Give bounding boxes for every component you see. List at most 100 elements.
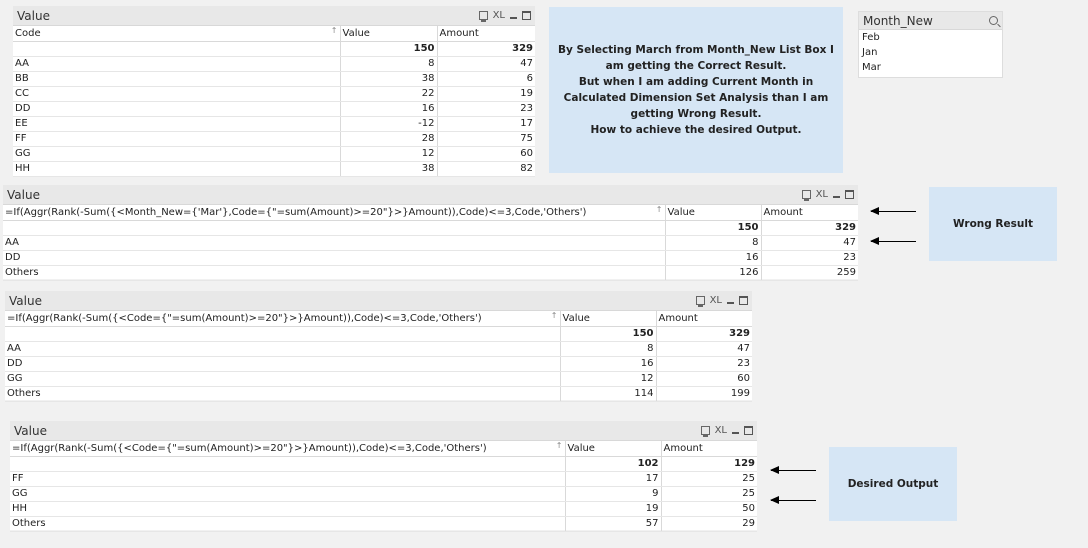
table4-title: Value	[14, 423, 47, 438]
table-row[interactable]: HH 38 82	[13, 161, 535, 177]
cell-value: 38	[340, 71, 438, 87]
table-row[interactable]: EE -12 17	[13, 116, 535, 132]
table-row[interactable]: AA 8 47	[5, 341, 752, 357]
cell-code[interactable]: FF	[13, 131, 341, 147]
table-row[interactable]: FF 28 75	[13, 131, 535, 147]
totals-row: 150 329	[13, 41, 535, 57]
table-row[interactable]: AA 8 47	[3, 235, 858, 251]
totals-label	[10, 456, 566, 472]
table-row[interactable]: Others 57 29	[10, 516, 757, 532]
cell-amount: 17	[437, 116, 535, 132]
cell-code[interactable]: HH	[10, 501, 566, 517]
print-icon[interactable]	[700, 426, 710, 437]
arrow-icon	[870, 207, 916, 215]
cell-amount: 199	[656, 386, 752, 402]
column-header-value[interactable]: Value	[565, 441, 662, 457]
maximize-icon[interactable]	[744, 426, 753, 435]
cell-code[interactable]: BB	[13, 71, 341, 87]
column-header-dimension[interactable]: =If(Aggr(Rank(-Sum({<Code={"=sum(Amount)…	[5, 311, 561, 327]
cell-code[interactable]: Others	[5, 386, 561, 402]
total-amount: 329	[761, 220, 858, 236]
arrow-icon	[770, 466, 816, 474]
column-header-value[interactable]: Value	[560, 311, 657, 327]
cell-value: 17	[565, 471, 662, 487]
table2-caption[interactable]: Value XL	[3, 185, 858, 205]
minimize-icon[interactable]	[732, 432, 739, 434]
table4-caption[interactable]: Value XL	[10, 421, 757, 441]
cell-code[interactable]: Others	[3, 265, 666, 281]
table-row[interactable]: Others 126 259	[3, 265, 858, 281]
column-header-code[interactable]: Code	[13, 26, 341, 42]
cell-code[interactable]: AA	[13, 56, 341, 72]
note-line: am getting the Correct Result.	[605, 60, 787, 72]
column-header-amount[interactable]: Amount	[437, 26, 535, 42]
excel-export-icon[interactable]: XL	[715, 425, 727, 436]
search-icon[interactable]	[989, 16, 998, 25]
cell-value: 126	[665, 265, 762, 281]
cell-code[interactable]: CC	[13, 86, 341, 102]
minimize-icon[interactable]	[727, 302, 734, 304]
table4-box: Value XL =If(Aggr(Rank(-Sum({<Code={"=su…	[10, 421, 757, 532]
cell-code[interactable]: GG	[13, 146, 341, 162]
cell-code[interactable]: Others	[10, 516, 566, 532]
table-row[interactable]: Others 114 199	[5, 386, 752, 402]
table3-caption[interactable]: Value XL	[5, 291, 752, 311]
table-row[interactable]: GG 9 25	[10, 486, 757, 502]
cell-value: 12	[560, 371, 657, 387]
table-row[interactable]: AA 8 47	[13, 56, 535, 72]
minimize-icon[interactable]	[510, 17, 517, 19]
column-header-dimension[interactable]: =If(Aggr(Rank(-Sum({<Code={"=sum(Amount)…	[10, 441, 566, 457]
maximize-icon[interactable]	[845, 190, 854, 199]
column-header-amount[interactable]: Amount	[761, 205, 858, 221]
cell-amount: 60	[656, 371, 752, 387]
total-value: 150	[665, 220, 762, 236]
table-row[interactable]: DD 16 23	[13, 101, 535, 117]
print-icon[interactable]	[478, 11, 488, 22]
wrong-result-note: Wrong Result	[929, 187, 1057, 261]
cell-code[interactable]: GG	[5, 371, 561, 387]
table-row[interactable]: GG 12 60	[13, 146, 535, 162]
listbox-item-feb[interactable]: Feb	[859, 30, 1002, 45]
cell-code[interactable]: DD	[5, 356, 561, 372]
excel-export-icon[interactable]: XL	[493, 10, 505, 21]
note-line: By Selecting March from Month_New List B…	[558, 44, 834, 56]
cell-value: 22	[340, 86, 438, 102]
maximize-icon[interactable]	[739, 296, 748, 305]
cell-amount: 47	[656, 341, 752, 357]
column-header-value[interactable]: Value	[665, 205, 762, 221]
excel-export-icon[interactable]: XL	[816, 189, 828, 200]
excel-export-icon[interactable]: XL	[710, 295, 722, 306]
cell-code[interactable]: FF	[10, 471, 566, 487]
table-row[interactable]: CC 22 19	[13, 86, 535, 102]
table-row[interactable]: FF 17 25	[10, 471, 757, 487]
table-row[interactable]: BB 38 6	[13, 71, 535, 87]
listbox-item-mar[interactable]: Mar	[859, 60, 1002, 75]
column-header-value[interactable]: Value	[340, 26, 438, 42]
column-header-amount[interactable]: Amount	[656, 311, 752, 327]
cell-code[interactable]: AA	[5, 341, 561, 357]
table2-title: Value	[7, 187, 40, 202]
cell-code[interactable]: AA	[3, 235, 666, 251]
cell-code[interactable]: EE	[13, 116, 341, 132]
table-row[interactable]: HH 19 50	[10, 501, 757, 517]
cell-code[interactable]: DD	[3, 250, 666, 266]
cell-value: 16	[560, 356, 657, 372]
print-icon[interactable]	[695, 296, 705, 307]
cell-value: -12	[340, 116, 438, 132]
cell-code[interactable]: HH	[13, 161, 341, 177]
print-icon[interactable]	[801, 190, 811, 201]
table1-caption[interactable]: Value XL	[13, 6, 535, 26]
listbox-item-jan[interactable]: Jan	[859, 45, 1002, 60]
cell-value: 9	[565, 486, 662, 502]
cell-code[interactable]: DD	[13, 101, 341, 117]
maximize-icon[interactable]	[522, 11, 531, 20]
listbox-caption[interactable]: Month_New	[859, 12, 1002, 30]
table-row[interactable]: DD 16 23	[5, 356, 752, 372]
cell-code[interactable]: GG	[10, 486, 566, 502]
column-header-dimension[interactable]: =If(Aggr(Rank(-Sum({<Month_New={'Mar'},C…	[3, 205, 666, 221]
table-row[interactable]: GG 12 60	[5, 371, 752, 387]
column-header-amount[interactable]: Amount	[661, 441, 757, 457]
minimize-icon[interactable]	[833, 196, 840, 198]
table-row[interactable]: DD 16 23	[3, 250, 858, 266]
cell-amount: 47	[761, 235, 858, 251]
